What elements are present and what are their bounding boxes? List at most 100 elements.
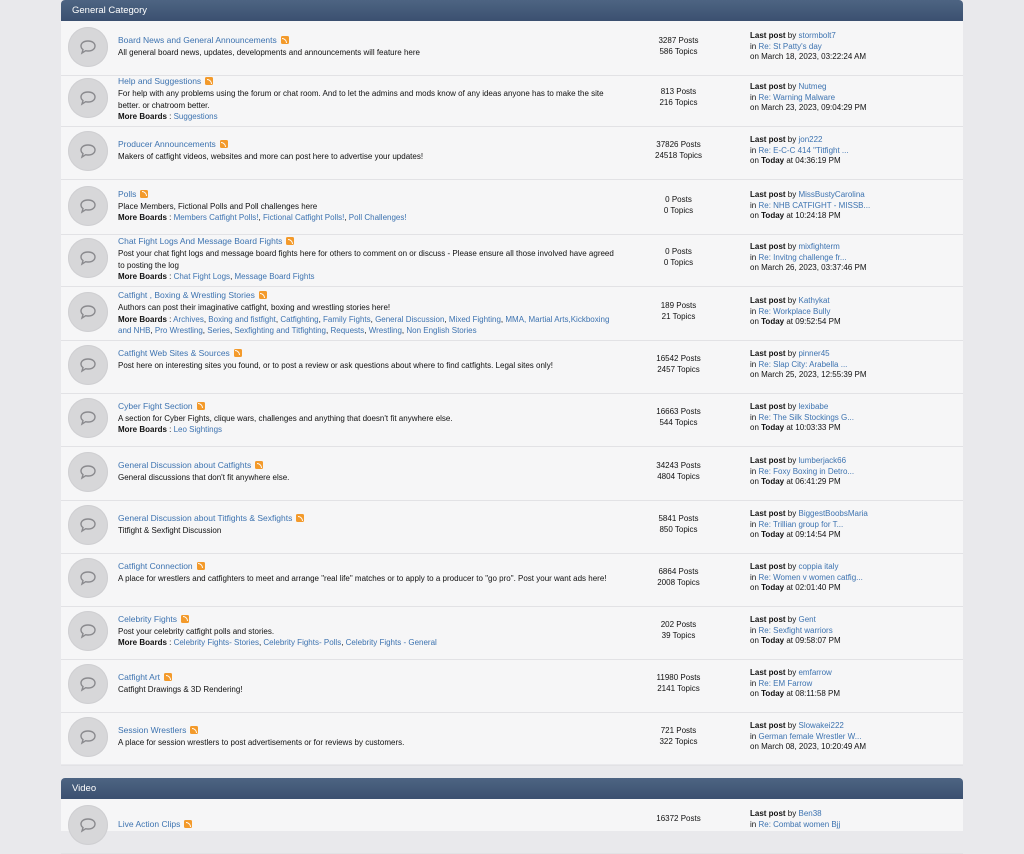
board-icon[interactable] <box>68 398 108 438</box>
child-board-link[interactable]: Fictional Catfight Polls! <box>263 213 344 222</box>
board-name-link[interactable]: Session Wrestlers <box>118 725 186 735</box>
board-icon[interactable] <box>68 345 108 385</box>
child-board-link[interactable]: Requests <box>330 326 364 335</box>
child-board-link[interactable]: General Discussion <box>375 315 444 324</box>
last-post-author-link[interactable]: stormbolt7 <box>798 31 835 40</box>
last-post-topic-link[interactable]: Re: St Patty's day <box>758 42 821 51</box>
rss-icon[interactable] <box>205 77 214 85</box>
last-post-author-link[interactable]: BiggestBoobsMaria <box>798 509 867 518</box>
board-icon[interactable] <box>68 558 108 598</box>
child-board-link[interactable]: Sexfighting and Titfighting <box>234 326 326 335</box>
board-name-link[interactable]: Catfight , Boxing & Wrestling Stories <box>118 290 255 300</box>
board-icon[interactable] <box>68 664 108 704</box>
board-icon[interactable] <box>68 505 108 545</box>
child-board-link[interactable]: Poll Challenges! <box>349 213 407 222</box>
last-post-topic-link[interactable]: Re: Slap City: Arabella ... <box>758 360 847 369</box>
board-name-link[interactable]: Polls <box>118 189 136 199</box>
last-post-topic-link[interactable]: Re: Foxy Boxing in Detro... <box>758 467 854 476</box>
last-post-author-link[interactable]: MissBustyCarolina <box>798 190 864 199</box>
last-post-author-link[interactable]: mixfighterm <box>798 242 839 251</box>
child-board-link[interactable]: Message Board Fights <box>235 272 315 281</box>
last-post-topic-link[interactable]: Re: Trillian group for T... <box>758 520 843 529</box>
rss-icon[interactable] <box>296 514 305 523</box>
child-board-link[interactable]: Non English Stories <box>406 326 476 335</box>
board-name-link[interactable]: Cyber Fight Section <box>118 401 193 411</box>
board-name-link[interactable]: Celebrity Fights <box>118 614 177 624</box>
child-board-link[interactable]: Archives <box>173 315 204 324</box>
last-post-topic-link[interactable]: Re: Sexfight warriors <box>758 626 832 635</box>
child-board-link[interactable]: Suggestions <box>174 112 218 121</box>
last-post-author-link[interactable]: lexibabe <box>798 402 828 411</box>
child-board-link[interactable]: Series <box>207 326 230 335</box>
board-name-link[interactable]: Producer Announcements <box>118 139 216 149</box>
board-stats: 3287 Posts 586 Topics <box>636 35 721 58</box>
last-post-author-link[interactable]: Slowakei222 <box>798 721 843 730</box>
board-icon[interactable] <box>68 452 108 492</box>
last-post-author-link[interactable]: coppia italy <box>798 562 838 571</box>
last-post-author-link[interactable]: pinner45 <box>798 349 829 358</box>
board-icon[interactable] <box>68 186 108 226</box>
child-board-link[interactable]: Catfighting <box>280 315 318 324</box>
rss-icon[interactable] <box>184 820 193 828</box>
rss-icon[interactable] <box>286 237 295 245</box>
rss-icon[interactable] <box>181 614 190 623</box>
rss-icon[interactable] <box>255 461 264 470</box>
child-board-link[interactable]: Leo Sightings <box>174 425 222 434</box>
board-icon[interactable] <box>68 717 108 757</box>
rss-icon[interactable] <box>190 726 199 735</box>
last-post-author-link[interactable]: Nutmeg <box>798 82 826 91</box>
board-name-link[interactable]: Catfight Web Sites & Sources <box>118 348 230 358</box>
rss-icon[interactable] <box>164 673 173 682</box>
board-icon[interactable] <box>68 292 108 332</box>
child-board-link[interactable]: Celebrity Fights- Polls <box>263 638 341 647</box>
board-icon[interactable] <box>68 238 108 278</box>
category-header[interactable]: Video <box>61 778 963 799</box>
rss-icon[interactable] <box>280 36 289 45</box>
child-board-link[interactable]: Celebrity Fights - General <box>346 638 437 647</box>
board-name-link[interactable]: General Discussion about Titfights & Sex… <box>118 513 292 523</box>
last-post-topic-link[interactable]: Re: The Silk Stockings G... <box>758 413 853 422</box>
board-name-link[interactable]: Board News and General Announcements <box>118 35 277 45</box>
last-post-author-link[interactable]: Kathykat <box>798 296 829 305</box>
last-post-topic-link[interactable]: Re: Invitng challenge fr... <box>758 253 846 262</box>
last-post-topic-link[interactable]: Re: Women v women catfig... <box>758 573 862 582</box>
board-name-link[interactable]: Chat Fight Logs And Message Board Fights <box>118 236 282 246</box>
last-post-topic-link[interactable]: Re: EM Farrow <box>758 679 812 688</box>
rss-icon[interactable] <box>196 561 205 570</box>
last-post-topic-link[interactable]: Re: E-C-C 414 "Titfight ... <box>758 146 848 155</box>
last-post-author-link[interactable]: emfarrow <box>798 668 831 677</box>
child-board-link[interactable]: Chat Fight Logs <box>174 272 230 281</box>
rss-icon[interactable] <box>196 401 205 410</box>
last-post-topic-link[interactable]: Re: Workplace Bully <box>758 307 830 316</box>
board-icon[interactable] <box>68 78 108 118</box>
last-post-author-link[interactable]: Gent <box>798 615 815 624</box>
last-post-topic-link[interactable]: Re: Combat women Bjj <box>758 820 840 829</box>
child-board-link[interactable]: Boxing and fistfight <box>208 315 276 324</box>
child-board-link[interactable]: Members Catfight Polls! <box>174 213 259 222</box>
board-name-link[interactable]: Catfight Connection <box>118 561 193 571</box>
last-post-topic-link[interactable]: German female Wrestler W... <box>758 732 861 741</box>
board-icon[interactable] <box>68 611 108 651</box>
last-post-author-link[interactable]: lumberjack66 <box>798 456 846 465</box>
last-post-author-link[interactable]: Ben38 <box>798 809 821 818</box>
rss-icon[interactable] <box>219 140 228 149</box>
last-post-topic-link[interactable]: Re: NHB CATFIGHT - MISSB... <box>758 201 870 210</box>
rss-icon[interactable] <box>258 291 267 299</box>
child-board-link[interactable]: Mixed Fighting <box>449 315 501 324</box>
rss-icon[interactable] <box>140 189 149 198</box>
child-board-link[interactable]: Celebrity Fights- Stories <box>174 638 259 647</box>
category-header[interactable]: General Category <box>61 0 963 21</box>
child-board-link[interactable]: Family Fights <box>323 315 371 324</box>
child-board-link[interactable]: Wrestling <box>369 326 402 335</box>
board-name-link[interactable]: Help and Suggestions <box>118 76 201 86</box>
board-icon[interactable] <box>68 805 108 845</box>
last-post-author-link[interactable]: jon222 <box>798 135 822 144</box>
board-name-link[interactable]: General Discussion about Catfights <box>118 460 251 470</box>
child-board-link[interactable]: Pro Wrestling <box>155 326 203 335</box>
rss-icon[interactable] <box>233 348 242 357</box>
last-post-topic-link[interactable]: Re: Warning Malware <box>758 93 835 102</box>
board-icon[interactable] <box>68 131 108 171</box>
board-name-link[interactable]: Live Action Clips <box>118 819 180 829</box>
board-name-link[interactable]: Catfight Art <box>118 672 160 682</box>
board-icon[interactable] <box>68 27 108 67</box>
